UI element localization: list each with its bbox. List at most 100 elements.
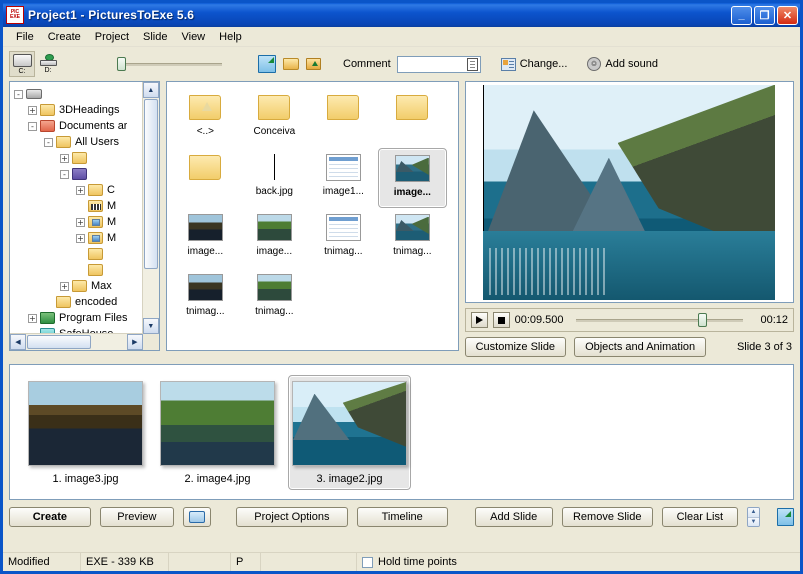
drive-button-d[interactable]: D:	[35, 51, 61, 77]
file-name: <..>	[196, 126, 214, 137]
slide-item-selected[interactable]: 3. image2.jpg	[288, 375, 411, 490]
menu-help[interactable]: Help	[212, 30, 249, 44]
tree-vertical-scrollbar[interactable]: ▲ ▼	[141, 82, 159, 334]
tree-node[interactable]: encoded	[12, 294, 143, 310]
file-item[interactable]: tnimag...	[309, 208, 378, 268]
menu-view[interactable]: View	[174, 30, 212, 44]
slide-preview-panel[interactable]	[464, 81, 794, 303]
slide-list[interactable]: 1. image3.jpg 2. image4.jpg 3. image2.jp…	[9, 364, 794, 500]
menu-project[interactable]: Project	[88, 30, 136, 44]
file-item[interactable]: Conceiva	[240, 88, 309, 148]
add-sound-button[interactable]: Add sound	[587, 57, 658, 71]
open-folder-icon[interactable]	[283, 58, 299, 70]
file-item[interactable]: back.jpg	[240, 148, 309, 208]
folder-tree[interactable]: - + 3DHeadings - Documents ar - All User…	[10, 82, 143, 334]
slide-item[interactable]: 2. image4.jpg	[156, 375, 279, 490]
tree-expander[interactable]: -	[14, 89, 23, 99]
seek-slider[interactable]	[575, 313, 743, 327]
preview-button[interactable]: Preview	[99, 507, 174, 527]
customize-slide-button[interactable]: Customize Slide	[464, 337, 567, 357]
folder-tree-panel[interactable]: - + 3DHeadings - Documents ar - All User…	[9, 81, 160, 351]
file-browser-panel[interactable]: <..> Conceiva back.jpg image1... image..…	[165, 81, 459, 351]
tree-node[interactable]: + Program Files	[12, 310, 143, 326]
tree-node[interactable]: - All Users	[12, 134, 143, 150]
maximize-button[interactable]: ❐	[754, 5, 775, 25]
close-button[interactable]: ✕	[777, 5, 798, 25]
tree-expander[interactable]: -	[28, 121, 37, 131]
slide-item[interactable]: 1. image3.jpg	[24, 375, 147, 490]
project-options-button[interactable]: Project Options	[236, 507, 348, 527]
file-grid[interactable]: <..> Conceiva back.jpg image1... image..…	[167, 82, 458, 350]
tree-node[interactable]: + M	[12, 214, 143, 230]
menu-file[interactable]: File	[9, 30, 41, 44]
minimize-button[interactable]: _	[731, 5, 752, 25]
comment-input[interactable]	[396, 55, 481, 73]
tree-scroll-left-button[interactable]: ◀	[10, 334, 26, 350]
change-button[interactable]: Change...	[500, 57, 567, 71]
file-item[interactable]: tnimag...	[171, 268, 240, 328]
tree-node[interactable]: + C	[12, 182, 143, 198]
stop-button[interactable]	[492, 312, 510, 328]
add-slide-button[interactable]: Add Slide	[474, 507, 553, 527]
remove-slide-button[interactable]: Remove Slide	[561, 507, 653, 527]
document-icon[interactable]	[466, 57, 478, 71]
file-thumbnail	[395, 92, 430, 122]
tree-node[interactable]: + M	[12, 230, 143, 246]
folder-icon	[327, 94, 360, 120]
file-item[interactable]: tnimag...	[240, 268, 309, 328]
file-item[interactable]	[309, 88, 378, 148]
drive-button-c[interactable]: C:	[9, 51, 35, 77]
slider-thumb[interactable]	[117, 57, 126, 71]
tree-expander[interactable]: +	[60, 153, 69, 163]
tree-expander[interactable]: -	[60, 169, 69, 179]
file-item[interactable]: image...	[240, 208, 309, 268]
objects-and-animation-button[interactable]: Objects and Animation	[574, 337, 707, 357]
tree-node[interactable]: -	[12, 166, 143, 182]
spinner-up-button[interactable]: ▲	[747, 508, 760, 517]
tree-node[interactable]: - Documents ar	[12, 118, 143, 134]
timeline-button[interactable]: Timeline	[356, 507, 448, 527]
tree-expander[interactable]: -	[44, 137, 53, 147]
tree-node[interactable]: -	[12, 86, 143, 102]
tree-node[interactable]: + Max	[12, 278, 143, 294]
tree-expander[interactable]: +	[28, 105, 37, 115]
tree-node[interactable]	[12, 246, 143, 262]
checkbox-box[interactable]	[362, 556, 373, 568]
tree-node[interactable]	[12, 262, 143, 278]
file-item-selected[interactable]: image...	[377, 148, 447, 208]
tree-expander[interactable]: +	[28, 313, 37, 323]
tree-vscroll-thumb[interactable]	[143, 99, 158, 269]
file-item[interactable]	[171, 148, 240, 208]
tree-node[interactable]: +	[12, 150, 143, 166]
file-item[interactable]: image...	[171, 208, 240, 268]
create-button[interactable]: Create	[9, 507, 91, 527]
tree-scroll-up-button[interactable]: ▲	[142, 82, 159, 98]
spinner-down-button[interactable]: ▼	[747, 516, 760, 526]
tree-expander[interactable]: +	[60, 281, 69, 291]
file-item[interactable]: <..>	[171, 88, 240, 148]
clear-list-button[interactable]: Clear List	[661, 507, 738, 527]
burn-disc-button[interactable]	[182, 507, 212, 527]
tree-node[interactable]: + 3DHeadings	[12, 102, 143, 118]
hold-time-points-checkbox[interactable]: Hold time points	[357, 553, 800, 571]
tree-expander[interactable]: +	[76, 233, 85, 243]
tree-expander[interactable]: +	[76, 217, 85, 227]
menu-slide[interactable]: Slide	[136, 30, 174, 44]
slide-order-spinner[interactable]: ▲ ▼	[746, 507, 761, 527]
tree-horizontal-scrollbar[interactable]: ◀ ▶	[10, 333, 143, 350]
tree-expander[interactable]: +	[76, 185, 85, 195]
tree-scroll-right-button[interactable]: ▶	[126, 334, 143, 350]
menu-create[interactable]: Create	[41, 30, 88, 44]
play-button[interactable]	[470, 312, 488, 328]
fullscreen-icon[interactable]	[258, 55, 276, 73]
fullscreen-icon[interactable]	[777, 508, 794, 526]
tree-scroll-down-button[interactable]: ▼	[142, 318, 159, 334]
file-item[interactable]	[378, 88, 447, 148]
tree-hscroll-thumb[interactable]	[27, 335, 91, 349]
file-item[interactable]: tnimag...	[378, 208, 447, 268]
seek-thumb[interactable]	[697, 313, 707, 327]
thumbnail-size-slider[interactable]	[117, 57, 222, 71]
file-item[interactable]: image1...	[309, 148, 378, 208]
parent-folder-icon[interactable]	[306, 58, 321, 70]
tree-node[interactable]: M	[12, 198, 143, 214]
